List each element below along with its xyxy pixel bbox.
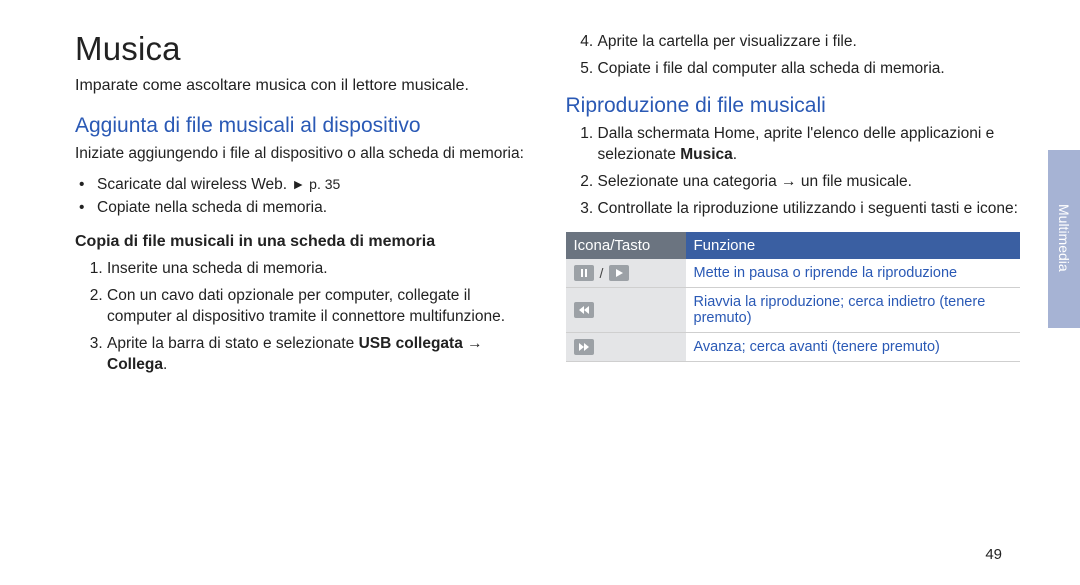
play-step-controls: Controllate la riproduzione utilizzando … [598,199,1021,220]
section-heading-play-files: Riproduzione di file musicali [566,94,1021,118]
add-files-bullets: Scaricate dal wireless Web. ► p. 35 Copi… [75,174,530,219]
slash-separator: / [600,265,604,281]
play-steps-list: Dalla schermata Home, aprite l'elenco de… [566,124,1021,220]
step-open-status-bar: Aprite la barra di stato e selezionate U… [107,334,530,376]
rewind-icon [574,302,594,318]
pause-icon [574,265,594,281]
chapter-side-tab: Multimedia [1048,150,1080,328]
icon-cell-pause-play: / [566,259,686,288]
bullet-download-web: Scaricate dal wireless Web. ► p. 35 [79,174,530,196]
play-step1-bold: Musica [680,146,733,163]
chapter-label: Multimedia [1056,204,1072,272]
copy-steps-list: Inserite una scheda di memoria. Con un c… [75,259,530,376]
th-function: Funzione [686,232,1021,259]
section-heading-add-files: Aggiunta di file musicali al dispositivo [75,114,530,138]
two-column-layout: Musica Imparate come ascoltare musica co… [75,30,1020,525]
page-title: Musica [75,30,530,68]
play-step-open-app: Dalla schermata Home, aprite l'elenco de… [598,124,1021,166]
cross-ref-arrow-icon: ► [291,176,305,192]
bullet-copy-card: Copiate nella scheda di memoria. [79,197,530,219]
table-row: Riavvia la riproduzione; cerca indietro … [566,287,1021,332]
left-column: Musica Imparate come ascoltare musica co… [75,30,530,525]
controls-table: Icona/Tasto Funzione / [566,232,1021,362]
intro-paragraph: Imparate come ascoltare musica con il le… [75,76,530,96]
add-files-intro: Iniziate aggiungendo i file al dispositi… [75,144,530,164]
copy-steps-continued: Aprite la cartella per visualizzare i fi… [566,32,1021,80]
right-column: Aprite la cartella per visualizzare i fi… [566,30,1021,525]
step-insert-card: Inserite una scheda di memoria. [107,259,530,280]
step-open-folder: Aprite la cartella per visualizzare i fi… [598,32,1021,53]
bullet-text: Scaricate dal wireless Web. [97,176,291,193]
play-step1-text: Dalla schermata Home, aprite l'elenco de… [598,125,995,163]
play-step1-tail: . [733,146,737,163]
table-header: Icona/Tasto Funzione [566,232,1021,259]
step3-text: Aprite la barra di stato e selezionate [107,335,359,352]
table-row: / Mette in pausa o riprende la riproduzi… [566,259,1021,288]
cross-ref-page: p. 35 [305,176,340,192]
subheading-copy-files: Copia di file musicali in una scheda di … [75,233,530,251]
func-rewind: Riavvia la riproduzione; cerca indietro … [686,287,1021,332]
forward-icon [574,339,594,355]
page-number: 49 [985,546,1002,563]
document-page: Musica Imparate come ascoltare musica co… [0,0,1080,585]
step-connect-cable: Con un cavo dati opzionale per computer,… [107,286,530,328]
play-icon [609,265,629,281]
icon-cell-rewind [566,287,686,332]
th-icon: Icona/Tasto [566,232,686,259]
icon-cell-forward [566,332,686,361]
play-step-select-category: Selezionate una categoria → un file musi… [598,172,1021,193]
step3-tail: . [163,356,167,373]
func-forward: Avanza; cerca avanti (tenere premuto) [686,332,1021,361]
func-pause-play: Mette in pausa o riprende la riproduzion… [686,259,1021,288]
table-row: Avanza; cerca avanti (tenere premuto) [566,332,1021,361]
step-copy-files: Copiate i file dal computer alla scheda … [598,59,1021,80]
